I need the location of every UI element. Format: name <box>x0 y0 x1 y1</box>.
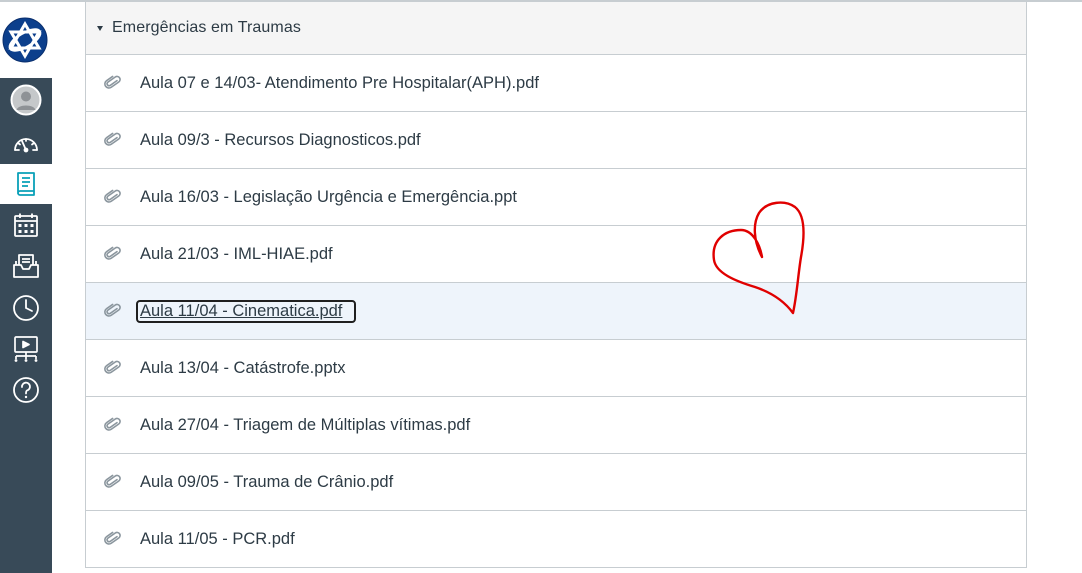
module-item[interactable]: Aula 07 e 14/03- Atendimento Pre Hospita… <box>86 55 1026 112</box>
paperclip-icon <box>103 529 123 549</box>
module-item-link[interactable]: Aula 07 e 14/03- Atendimento Pre Hospita… <box>140 74 539 93</box>
paperclip-icon <box>103 244 123 264</box>
module-item[interactable]: Aula 16/03 - Legislação Urgência e Emerg… <box>86 169 1026 226</box>
module-item-link[interactable]: Aula 16/03 - Legislação Urgência e Emerg… <box>140 188 517 207</box>
module-title: Emergências em Traumas <box>112 19 301 36</box>
history-icon <box>13 295 39 321</box>
module-item[interactable]: Aula 11/05 - PCR.pdf <box>86 511 1026 567</box>
module-item-link[interactable]: Aula 11/04 - Cinematica.pdf <box>135 299 357 323</box>
module-item[interactable]: Aula 13/04 - Catástrofe.pptx <box>86 340 1026 397</box>
module-panel: Emergências em Traumas Aula 07 e 14/03- … <box>85 2 1027 568</box>
paperclip-icon <box>103 358 123 378</box>
module-item[interactable]: Aula 09/05 - Trauma de Crânio.pdf <box>86 454 1026 511</box>
module-item-link[interactable]: Aula 27/04 - Triagem de Múltiplas vítima… <box>140 416 470 435</box>
nav-commons[interactable] <box>0 329 52 369</box>
commons-icon <box>14 336 38 362</box>
paperclip-icon <box>103 73 123 93</box>
module-item-link[interactable]: Aula 09/05 - Trauma de Crânio.pdf <box>140 473 393 492</box>
institution-logo-icon <box>2 17 48 63</box>
module-item-focused[interactable]: Aula 11/04 - Cinematica.pdf <box>86 283 1026 340</box>
help-icon <box>13 377 39 403</box>
module-item-link[interactable]: Aula 21/03 - IML-HIAE.pdf <box>140 245 333 264</box>
caret-down-icon[interactable] <box>97 25 103 31</box>
nav-courses[interactable] <box>0 164 52 204</box>
module-item-link[interactable]: Aula 13/04 - Catástrofe.pptx <box>140 359 345 378</box>
global-navigation <box>0 2 52 573</box>
dashboard-icon <box>14 138 38 153</box>
nav-account[interactable] <box>0 80 52 120</box>
calendar-icon <box>14 213 38 237</box>
paperclip-icon <box>103 187 123 207</box>
nav-help[interactable] <box>0 370 52 410</box>
nav-dashboard[interactable] <box>0 123 52 163</box>
paperclip-icon <box>103 472 123 492</box>
logo-area[interactable] <box>0 2 52 78</box>
paperclip-icon <box>103 130 123 150</box>
account-icon <box>10 84 42 116</box>
module-item[interactable]: Aula 09/3 - Recursos Diagnosticos.pdf <box>86 112 1026 169</box>
module-item[interactable]: Aula 27/04 - Triagem de Múltiplas vítima… <box>86 397 1026 454</box>
nav-inbox[interactable] <box>0 246 52 286</box>
paperclip-icon <box>103 301 123 321</box>
paperclip-icon <box>103 415 123 435</box>
courses-icon <box>17 172 35 196</box>
module-item[interactable]: Aula 21/03 - IML-HIAE.pdf <box>86 226 1026 283</box>
nav-history[interactable] <box>0 288 52 328</box>
module-header[interactable]: Emergências em Traumas <box>86 2 1026 55</box>
nav-calendar[interactable] <box>0 205 52 245</box>
inbox-icon <box>13 254 39 278</box>
module-item-link[interactable]: Aula 11/05 - PCR.pdf <box>140 530 295 549</box>
module-item-link[interactable]: Aula 09/3 - Recursos Diagnosticos.pdf <box>140 131 421 150</box>
